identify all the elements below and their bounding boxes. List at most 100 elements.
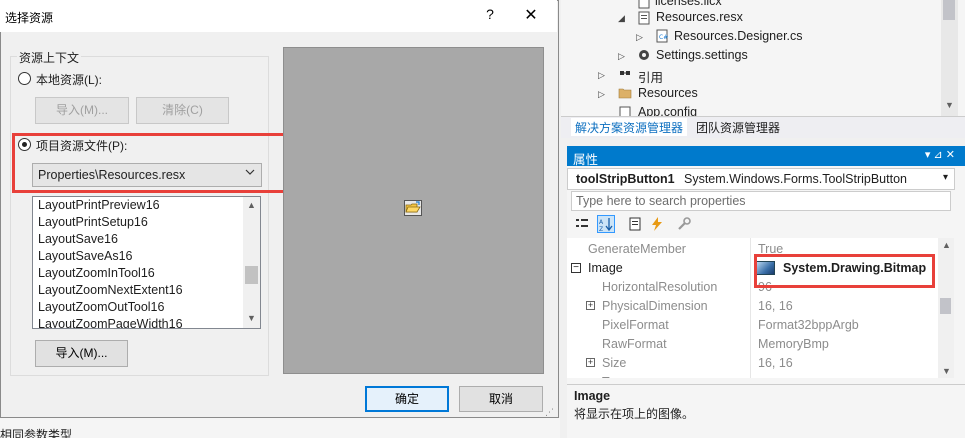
chevron-right-icon[interactable]: ▷ [598, 70, 605, 81]
solution-explorer-scroll-thumb[interactable] [943, 0, 955, 20]
tree-item-app-config[interactable]: App.config [638, 105, 697, 116]
property-row-pixelformat[interactable]: PixelFormat Format32bppArgb [567, 316, 950, 335]
resource-list-scroll-thumb[interactable] [245, 266, 258, 284]
scroll-up-icon[interactable]: ▲ [938, 240, 955, 250]
properties-toolbar: AZ [571, 214, 771, 236]
list-item[interactable]: LayoutPrintSetup16 [38, 215, 148, 232]
window-controls-icons[interactable]: ▾ ⊿ ✕ [925, 148, 955, 161]
expand-icon[interactable]: + [586, 358, 595, 367]
expand-icon[interactable]: + [586, 301, 595, 310]
property-name: PixelFormat [602, 318, 669, 332]
references-icon [620, 71, 630, 75]
property-row-size[interactable]: + Size 16, 16 [567, 354, 950, 373]
svg-text:Z: Z [599, 226, 603, 232]
settings-gear-icon [639, 50, 649, 60]
cancel-button[interactable]: 取消 [459, 386, 543, 412]
tree-item-references[interactable]: 引用 [638, 67, 663, 85]
local-resource-label[interactable]: 本地资源(L): [36, 71, 102, 88]
open-folder-image-icon [404, 200, 422, 216]
svg-text:A: A [599, 219, 604, 226]
categorized-icon[interactable] [573, 215, 591, 233]
close-button[interactable]: ✕ [516, 4, 546, 28]
list-item[interactable]: LayoutZoomNextExtent16 [38, 283, 183, 300]
list-item[interactable]: LayoutSave16 [38, 232, 118, 249]
tree-item-label: 引用 [638, 71, 664, 85]
cs-file-icon: C# [656, 29, 668, 43]
property-grid-scroll-thumb[interactable] [940, 298, 951, 314]
property-pages-icon[interactable] [626, 215, 644, 233]
chevron-down-icon: ▾ [942, 172, 948, 183]
tree-item-label: App.config [638, 105, 698, 116]
import-local-button[interactable]: 导入(M)... [35, 97, 129, 124]
property-row-physicaldimension[interactable]: + PhysicalDimension 16, 16 [567, 297, 950, 316]
resource-list-scrollbar[interactable] [243, 197, 260, 328]
property-description-pane: Image 将显示在项上的图像。 [567, 384, 965, 438]
folder-icon [618, 88, 632, 99]
ok-button[interactable]: 确定 [365, 386, 449, 412]
chevron-right-icon[interactable]: ▷ [636, 32, 643, 43]
chevron-right-icon[interactable]: ▷ [598, 89, 605, 100]
svg-text:C#: C# [659, 34, 668, 41]
property-name: T [602, 375, 610, 378]
list-item[interactable]: LayoutPrintPreview16 [38, 198, 160, 215]
help-button[interactable]: ? [478, 6, 502, 26]
property-value: 16, 16 [758, 356, 793, 370]
wrench-icon[interactable] [675, 215, 693, 233]
import-button[interactable]: 导入(M)... [35, 340, 128, 367]
property-value: Format32bppArgb [758, 318, 859, 332]
scroll-down-icon[interactable]: ▼ [243, 313, 260, 323]
resource-context-label: 资源上下文 [17, 49, 82, 66]
clear-button[interactable]: 清除(C) [136, 97, 229, 124]
property-name: GenerateMember [588, 242, 686, 256]
tree-item-label: Resources [638, 86, 698, 100]
background-partial-text: 相同参数类型 [0, 428, 73, 438]
list-item[interactable]: LayoutZoomPageWidth16 [38, 317, 183, 328]
property-name: Image [588, 261, 623, 275]
tree-item-resources-designer[interactable]: Resources.Designer.cs [674, 29, 803, 47]
property-value: 16, 16 [758, 299, 793, 313]
property-name: Size [602, 356, 627, 370]
dialog-titlebar: 选择资源 ? ✕ [0, 0, 557, 32]
property-name: RawFormat [602, 337, 667, 351]
tab-solution-explorer[interactable]: 解决方案资源管理器 [571, 118, 688, 136]
chevron-expanded-icon[interactable]: ◢ [618, 13, 625, 24]
object-type: System.Windows.Forms.ToolStripButton [684, 172, 907, 186]
list-item[interactable]: LayoutZoomInTool16 [38, 266, 155, 283]
object-name: toolStripButton1 [576, 172, 675, 186]
tree-item-label: Settings.settings [656, 48, 748, 62]
properties-titlebar: 属性 ▾ ⊿ ✕ [567, 146, 965, 167]
scroll-down-icon[interactable]: ▼ [938, 366, 955, 376]
list-item[interactable]: LayoutZoomOutTool16 [38, 300, 164, 317]
tree-item-resources-resx[interactable]: Resources.resx [656, 10, 743, 28]
property-name: PhysicalDimension [602, 299, 708, 313]
search-placeholder: Type here to search properties [576, 194, 746, 208]
tree-item-label: Resources.resx [656, 10, 743, 24]
file-icon [638, 0, 650, 9]
scroll-up-icon[interactable]: ▲ [243, 200, 260, 210]
description-text: 将显示在项上的图像。 [574, 407, 695, 421]
properties-search-input[interactable]: Type here to search properties [571, 191, 951, 211]
resource-list[interactable]: LayoutPrintPreview16 LayoutPrintSetup16 … [32, 196, 261, 329]
object-selector[interactable]: toolStripButton1 System.Windows.Forms.To… [567, 168, 955, 190]
property-grid-divider[interactable] [750, 238, 751, 378]
property-row-partial[interactable]: T [567, 373, 950, 378]
list-item[interactable]: LayoutSaveAs16 [38, 249, 133, 266]
background-editor-strip: 相同参数类型 [0, 418, 560, 438]
tree-item-label: Resources.Designer.cs [674, 29, 803, 43]
scroll-down-icon[interactable]: ▼ [941, 100, 958, 110]
resize-grip-icon[interactable]: ⋰ [545, 407, 554, 418]
local-resource-radio[interactable] [18, 72, 31, 85]
property-row-rawformat[interactable]: RawFormat MemoryBmp [567, 335, 950, 354]
tree-item-settings[interactable]: Settings.settings [656, 48, 748, 66]
resx-icon [638, 11, 650, 25]
tree-item-resources-folder[interactable]: Resources [638, 86, 698, 104]
property-name: HorizontalResolution [602, 280, 718, 294]
alphabetical-icon[interactable]: AZ [597, 215, 615, 233]
image-value-highlight [754, 254, 935, 288]
description-title: Image [574, 389, 611, 403]
tab-team-explorer[interactable]: 团队资源管理器 [692, 118, 784, 136]
collapse-icon[interactable]: − [571, 263, 581, 273]
events-lightning-icon[interactable] [648, 215, 666, 233]
chevron-right-icon[interactable]: ▷ [618, 51, 625, 62]
dialog-title: 选择资源 [5, 11, 54, 25]
